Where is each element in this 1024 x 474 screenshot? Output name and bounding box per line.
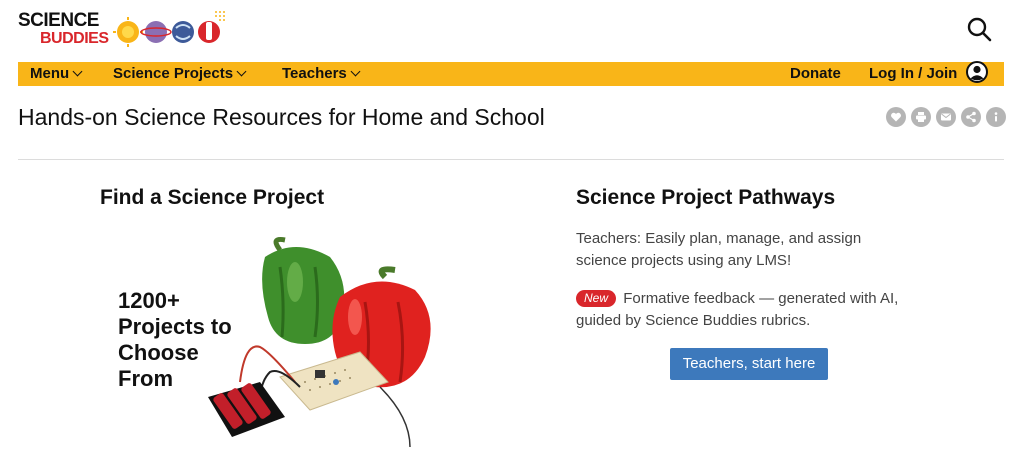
new-feature-text: Formative feedback — generated with AI, …	[576, 290, 899, 329]
promo-line-2: Projects to	[118, 314, 232, 339]
promo-line-3: Choose	[118, 340, 199, 365]
search-button[interactable]	[966, 16, 992, 42]
chevron-down-icon	[236, 66, 247, 77]
teachers-start-button[interactable]: Teachers, start here	[670, 348, 828, 380]
email-icon[interactable]	[936, 107, 956, 127]
nav-teachers-label: Teachers	[282, 65, 347, 82]
new-feature-note: New Formative feedback — generated with …	[576, 288, 936, 332]
logo-text-buddies: BUDDIES	[40, 30, 109, 47]
new-badge: New	[576, 290, 617, 307]
page-title: Hands-on Science Resources for Home and …	[18, 104, 545, 130]
nav-menu-label: Menu	[30, 65, 70, 82]
nav-menu[interactable]: Menu	[30, 62, 83, 86]
pathways-heading[interactable]: Science Project Pathways	[576, 186, 835, 210]
chevron-down-icon	[72, 66, 83, 77]
heart-icon[interactable]	[886, 107, 906, 127]
chevron-down-icon	[350, 66, 361, 77]
logo-text-science: SCIENCE	[18, 10, 99, 31]
info-icon[interactable]	[986, 107, 1006, 127]
logo-planets-icon	[113, 11, 225, 47]
promo-text: 1200+ Projects to Choose From	[118, 288, 258, 392]
promo-line-1: 1200+	[118, 288, 180, 313]
share-toolbar	[886, 107, 1006, 127]
promo-line-4: From	[118, 366, 173, 391]
nav-science-projects[interactable]: Science Projects	[113, 62, 247, 86]
main-nav-bar: Menu Science Projects Teachers Donate Lo…	[18, 61, 1004, 86]
section-divider	[18, 159, 1004, 160]
project-promo-image[interactable]: 1200+ Projects to Choose From	[110, 232, 440, 462]
nav-login-label: Log In / Join	[869, 65, 958, 82]
share-icon[interactable]	[961, 107, 981, 127]
nav-donate-label: Donate	[790, 65, 841, 82]
user-account-icon	[965, 61, 988, 84]
find-project-heading[interactable]: Find a Science Project	[100, 186, 324, 210]
nav-teachers[interactable]: Teachers	[282, 62, 361, 86]
nav-login-join[interactable]: Log In / Join	[869, 61, 988, 86]
print-icon[interactable]	[911, 107, 931, 127]
nav-science-projects-label: Science Projects	[113, 65, 234, 82]
nav-donate[interactable]: Donate	[790, 62, 841, 86]
site-logo[interactable]: SCIENCE BUDDIES	[18, 8, 228, 50]
pathways-description: Teachers: Easily plan, manage, and assig…	[576, 230, 862, 269]
search-icon	[967, 17, 992, 42]
